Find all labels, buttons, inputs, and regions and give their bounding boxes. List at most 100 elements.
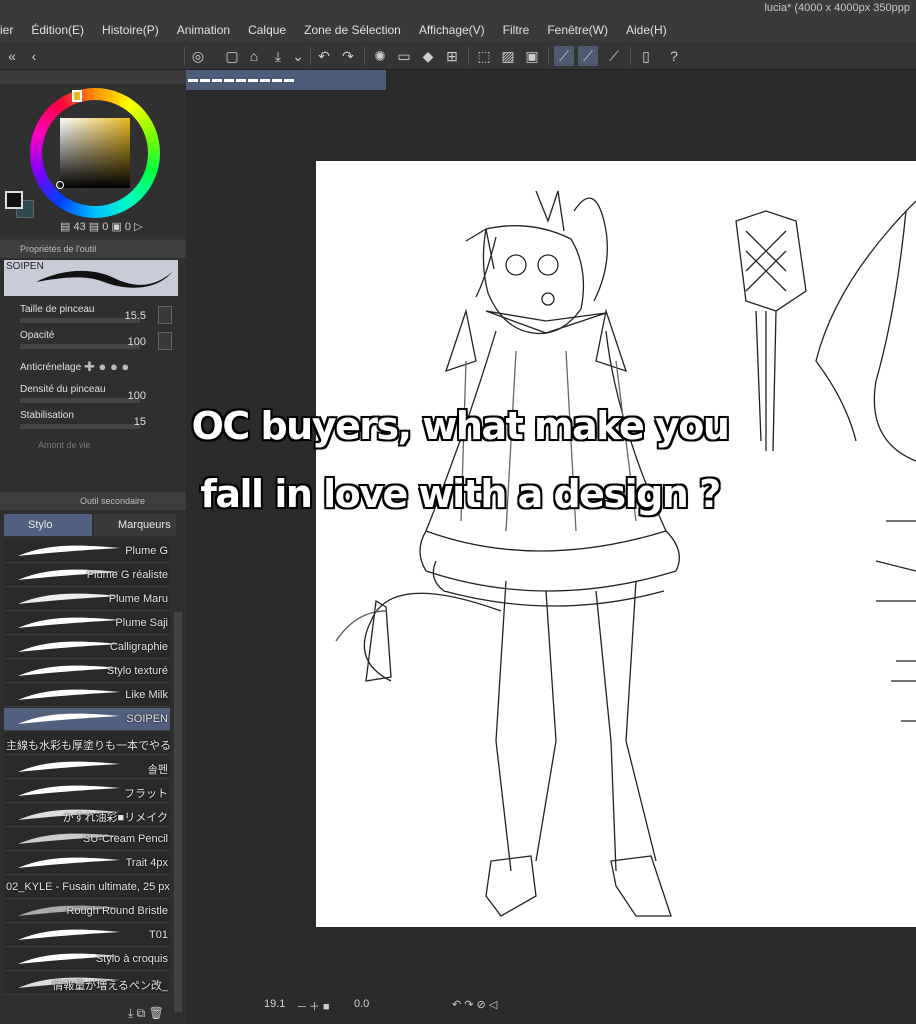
menu-filter[interactable]: Filtre: [494, 18, 539, 42]
opacity-row[interactable]: Opacité 100: [4, 328, 174, 354]
brush-item-label: Plume G: [125, 545, 168, 557]
redo-icon[interactable]: ↷: [338, 46, 358, 66]
collapse-icon[interactable]: «: [2, 46, 22, 66]
chevron-left-icon[interactable]: ‹: [24, 46, 44, 66]
brush-stroke-icon: [18, 785, 120, 796]
help-icon[interactable]: ?: [664, 46, 684, 66]
menu-view[interactable]: Affichage(V): [410, 18, 494, 42]
brush-item[interactable]: Like Milk: [4, 684, 170, 707]
color-marker[interactable]: [56, 181, 64, 189]
opacity-stepper[interactable]: [158, 332, 172, 350]
brush-item[interactable]: Stylo à croquis: [4, 948, 170, 971]
brush-item[interactable]: フラット: [4, 780, 170, 803]
menu-window[interactable]: Fenêtre(W): [538, 18, 617, 42]
subtool-scrollbar[interactable]: [174, 612, 182, 1012]
transform-icon[interactable]: ⊞: [442, 46, 462, 66]
left-panel: ▤ 43 ▤ 0 ▣ 0 ▷ Propriétés de l'outil SOI…: [0, 70, 186, 1024]
loading-icon[interactable]: ✺: [370, 46, 390, 66]
menu-edit[interactable]: Édition(E): [22, 18, 93, 42]
menu-selection[interactable]: Zone de Sélection: [295, 18, 410, 42]
brush-size-stepper[interactable]: [158, 306, 172, 324]
brush-stroke-icon: [18, 617, 120, 628]
brush-item[interactable]: かすれ油彩■リメイク: [4, 804, 170, 827]
brush-stroke-icon: [18, 929, 120, 940]
brush-item[interactable]: 솔펜: [4, 756, 170, 779]
saturation-value-square[interactable]: [60, 118, 130, 188]
brush-item[interactable]: T01: [4, 924, 170, 947]
brush-item-label: 情報量が増えるペン改_: [52, 980, 168, 992]
window-title: lucia* (4000 x 4000px 350ppp: [764, 2, 910, 14]
tool-property-header: Propriétés de l'outil: [0, 240, 186, 258]
brush-item[interactable]: Plume Maru: [4, 588, 170, 611]
menu-animation[interactable]: Animation: [168, 18, 239, 42]
device-icon[interactable]: ▯: [636, 46, 656, 66]
menu-layer[interactable]: Calque: [239, 18, 295, 42]
color-wheel-panel: ▤ 43 ▤ 0 ▣ 0 ▷: [0, 70, 186, 238]
menu-history[interactable]: Histoire(P): [93, 18, 168, 42]
app-logo-icon[interactable]: ◎: [188, 46, 208, 66]
invert-selection-icon[interactable]: ▨: [498, 46, 518, 66]
rotate-icons[interactable]: ↶ ↷ ⊘ ◁: [452, 998, 497, 1011]
antialias-row[interactable]: Anticrénelage ✚ ● ● ●: [4, 354, 174, 380]
value-b: 0: [102, 221, 109, 233]
brush-item-label: Plume G réaliste: [86, 569, 168, 581]
undo-icon[interactable]: ↶: [314, 46, 334, 66]
brush-item[interactable]: Plume Saji: [4, 612, 170, 635]
snap-grid-icon[interactable]: ⟋: [604, 46, 624, 66]
brush-item[interactable]: Calligraphie: [4, 636, 170, 659]
save-icon[interactable]: ⤓: [268, 46, 288, 66]
brush-item[interactable]: Plume G: [4, 540, 170, 563]
new-file-icon[interactable]: ▢: [222, 46, 242, 66]
subtool-actions: ⤓ ⧉ 🗑: [128, 1006, 186, 1024]
download-icon[interactable]: ⤓: [128, 1006, 133, 1020]
tab-pen[interactable]: Stylo: [4, 514, 92, 536]
brush-stroke-icon: [18, 857, 120, 868]
deselect-icon[interactable]: ⬚: [474, 46, 494, 66]
brush-item-label: 솔펜: [147, 764, 168, 776]
brush-item[interactable]: Stylo texturé: [4, 660, 170, 683]
brush-item-label: T01: [149, 929, 168, 941]
menu-help[interactable]: Aide(H): [617, 18, 676, 42]
color-values: ▤ 43 ▤ 0 ▣ 0 ▷: [60, 220, 186, 233]
play-icon[interactable]: ▷: [134, 221, 142, 233]
trash-icon[interactable]: 🗑: [149, 1006, 164, 1020]
color-panel-tabs[interactable]: [0, 70, 186, 84]
brush-item[interactable]: SOIPEN: [4, 708, 170, 731]
snap-special-ruler-icon[interactable]: ⟋: [578, 46, 598, 66]
selection-border-icon[interactable]: ▣: [522, 46, 542, 66]
brush-item[interactable]: Rough Round Bristle: [4, 900, 170, 923]
brush-item[interactable]: 02_KYLE - Fusain ultimate, 25 px: [4, 876, 170, 899]
opacity-value[interactable]: 100: [128, 336, 146, 348]
brush-item[interactable]: Trait 4px: [4, 852, 170, 875]
brush-item-label: Rough Round Bristle: [66, 905, 168, 917]
brush-item[interactable]: SU-Cream Pencil: [4, 828, 170, 851]
document-tab[interactable]: ▬▬▬▬▬▬▬▬▬: [186, 70, 386, 90]
clear-icon[interactable]: ▭: [394, 46, 414, 66]
brush-item-label: SOIPEN: [126, 713, 168, 725]
fill-icon[interactable]: ◆: [418, 46, 438, 66]
zoom-value[interactable]: 19.1: [264, 998, 285, 1010]
hue-ring[interactable]: [30, 88, 160, 218]
snap-ruler-icon[interactable]: ⟋: [554, 46, 574, 66]
brush-item[interactable]: Plume G réaliste: [4, 564, 170, 587]
duplicate-icon[interactable]: ⧉: [137, 1006, 146, 1020]
drawing-canvas[interactable]: [316, 161, 916, 927]
brush-size-value[interactable]: 15.5: [125, 310, 146, 322]
brush-item[interactable]: 情報量が増えるペン改_: [4, 972, 170, 995]
command-bar: « ‹ ◎ ▢ ⌂ ⤓ ⌄ ↶ ↷ ✺ ▭ ◆ ⊞ ⬚ ▨ ▣ ⟋ ⟋ ⟋ ▯ …: [0, 42, 916, 70]
menu-file[interactable]: ier: [0, 18, 22, 42]
hue-marker[interactable]: [72, 90, 82, 102]
canvas-area[interactable]: ▬▬▬▬▬▬▬▬▬: [186, 70, 916, 1000]
title-bar: lucia* (4000 x 4000px 350ppp: [0, 0, 916, 18]
zoom-in-icon[interactable]: ─ ＋ ■: [298, 998, 330, 1014]
brush-item-label: フラット: [124, 788, 168, 800]
brush-size-row[interactable]: Taille de pinceau 15.5: [4, 302, 174, 328]
antialias-options[interactable]: ✚ ● ● ●: [84, 359, 129, 375]
main-color-swatch[interactable]: [5, 191, 23, 209]
brush-preview: SOIPEN: [4, 260, 178, 296]
chevron-down-icon[interactable]: ⌄: [288, 46, 308, 66]
rotation-value[interactable]: 0.0: [354, 998, 369, 1010]
open-icon[interactable]: ⌂: [244, 46, 264, 66]
brush-item[interactable]: 主線も水彩も厚塗りも一本でやる: [4, 732, 170, 755]
brush-item-label: Calligraphie: [109, 641, 168, 653]
